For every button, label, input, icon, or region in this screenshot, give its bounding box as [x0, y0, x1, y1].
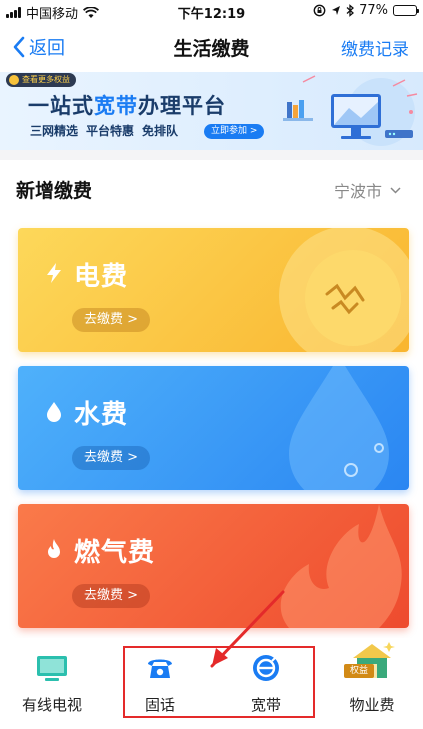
banner-title-prefix: 一站式	[28, 94, 94, 118]
banner-title: 一站式宽带办理平台	[28, 90, 226, 120]
droplet-icon	[47, 402, 61, 422]
electricity-pay-button[interactable]: 去缴费 >	[72, 308, 151, 332]
gas-label: 燃气费	[74, 538, 156, 568]
banner-sub-item: 三网精选	[30, 124, 79, 138]
banner-sub-item: 免排队	[142, 124, 179, 138]
light-bulb-icon	[279, 228, 409, 352]
back-button[interactable]: 返回	[12, 34, 65, 60]
chevron-down-icon	[390, 186, 401, 194]
nav-bar: 返回 生活缴费 缴费记录	[0, 22, 423, 72]
section-header: 新增缴费 宁波市	[0, 160, 423, 216]
tv-icon	[37, 656, 67, 681]
broadband-banner[interactable]: 查看更多权益 一站式宽带办理平台 三网精选 平台特惠 免排队 立即参加 >	[0, 72, 423, 150]
property-fee-item[interactable]: 权益 物业费	[322, 642, 422, 726]
banner-tag[interactable]: 查看更多权益	[6, 73, 76, 87]
water-drop-icon	[289, 366, 389, 490]
water-card[interactable]: 水费 去缴费 >	[18, 366, 409, 490]
electricity-label: 电费	[74, 262, 129, 292]
battery-icon	[393, 5, 419, 16]
water-label: 水费	[74, 400, 129, 430]
lightning-icon	[47, 263, 61, 283]
fire-icon	[280, 504, 402, 628]
broadband-item[interactable]: 宽带	[216, 646, 316, 726]
property-fee-label: 物业费	[349, 696, 395, 714]
status-right: 77%	[313, 3, 419, 18]
banner-join-button[interactable]: 立即参加 >	[204, 124, 265, 139]
broadband-icon	[253, 655, 279, 681]
gas-pay-button[interactable]: 去缴费 >	[72, 584, 151, 608]
banner-sub-item: 平台特惠	[86, 124, 135, 138]
rights-badge: 权益	[344, 664, 375, 678]
flame-icon	[48, 539, 60, 558]
banner-title-highlight: 宽带	[94, 94, 138, 118]
location-icon	[332, 5, 341, 15]
telephone-icon	[148, 659, 172, 678]
water-pay-button[interactable]: 去缴费 >	[72, 446, 151, 470]
broadband-label: 宽带	[250, 696, 281, 714]
bluetooth-icon	[346, 4, 355, 17]
status-bar: 中国移动 下午12:19 77%	[0, 0, 423, 22]
payment-record-link[interactable]: 缴费记录	[341, 35, 409, 60]
more-services-row: 有线电视 固话 宽带 权益 物业费	[0, 638, 423, 729]
back-label: 返回	[29, 38, 65, 59]
cable-tv-item[interactable]: 有线电视	[2, 646, 102, 726]
payment-cards: 电费 去缴费 > 水费 去缴费 > 燃气费 去缴费 >	[0, 216, 423, 638]
battery-percent: 77%	[359, 3, 388, 18]
banner-subtitles: 三网精选 平台特惠 免排队	[30, 122, 178, 139]
computer-illustration-icon	[283, 75, 418, 146]
lock-rotation-icon	[313, 4, 326, 17]
city-selector[interactable]: 宁波市	[334, 178, 401, 202]
cable-tv-label: 有线电视	[21, 696, 82, 714]
city-label: 宁波市	[333, 182, 382, 201]
section-title: 新增缴费	[16, 180, 93, 202]
electricity-card[interactable]: 电费 去缴费 >	[18, 228, 409, 352]
chevron-left-icon	[13, 36, 25, 58]
landline-item[interactable]: 固话	[110, 646, 210, 726]
banner-title-suffix: 办理平台	[138, 94, 226, 118]
landline-label: 固话	[144, 696, 175, 714]
gas-card[interactable]: 燃气费 去缴费 >	[18, 504, 409, 628]
